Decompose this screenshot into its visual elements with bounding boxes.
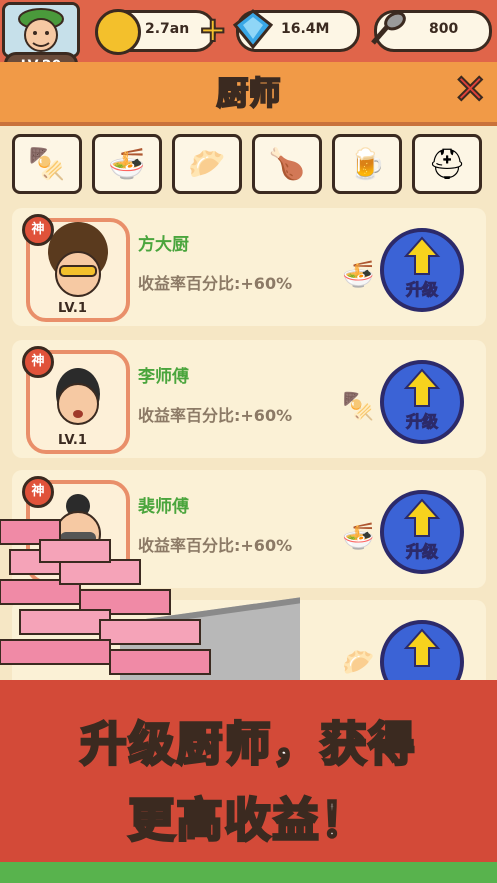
up-arrow-icon — [403, 498, 441, 537]
banner-line-1: 升级厨师，获得 — [79, 716, 417, 773]
cook-level: LV.1 — [58, 301, 87, 316]
cook-income-rate: 收益率百分比:+60% — [138, 406, 293, 425]
tab-drumstick[interactable]: 🍗 — [252, 134, 322, 194]
tab-skewer[interactable]: 🍢 — [12, 134, 82, 194]
up-arrow-icon — [403, 368, 441, 407]
noodle-bowl-icon: 🍜 — [108, 146, 146, 182]
player-avatar[interactable] — [2, 2, 80, 58]
upgrade-label: 升级 — [405, 412, 438, 432]
helmet-icon: ⛑ — [427, 146, 467, 182]
gem-value: 16.4M — [281, 21, 330, 37]
cook-income-rate: 收益率百分比:+60% — [138, 274, 293, 293]
rarity-badge: 神 — [22, 476, 54, 508]
rarity-badge: 神 — [22, 214, 54, 246]
cook-card: 神 LV.1 李师傅 收益率百分比:+60% 🍢 升级 — [12, 340, 486, 458]
close-icon[interactable]: ✕ — [452, 69, 487, 111]
beer-mug-icon: 🍺 — [348, 146, 386, 182]
upgrade-button[interactable]: 升级 — [380, 360, 464, 444]
tab-helmet[interactable]: ⛑ — [412, 134, 482, 194]
upgrade-button[interactable]: 升级 — [380, 228, 464, 312]
upgrade-button[interactable]: 升级 — [380, 490, 464, 574]
gold-counter[interactable]: 2.7an + — [95, 9, 228, 55]
gold-value: 2.7an — [145, 21, 190, 37]
up-arrow-icon — [403, 628, 441, 667]
promo-banner: 升级厨师，获得 更高收益！ — [0, 680, 497, 883]
cook-card: 神 LV.1 方大厨 收益率百分比:+60% 🍜 升级 — [12, 208, 486, 326]
panel-title: 厨师 — [215, 73, 281, 113]
money-pile-icon — [0, 519, 211, 675]
upgrade-label: 升级 — [405, 280, 438, 300]
upgrade-label: 升级 — [405, 542, 438, 562]
gold-coin-icon — [95, 9, 141, 55]
category-tabs: 🍢 🍜 🥟 🍗 🍺 ⛑ — [12, 134, 486, 194]
spoon-value: 800 — [429, 21, 459, 37]
spoon-counter[interactable]: 800 — [371, 10, 492, 52]
drumstick-icon: 🍗 — [268, 146, 306, 182]
up-arrow-icon — [403, 236, 441, 275]
cook-level: LV.1 — [58, 433, 87, 448]
tab-beer[interactable]: 🍺 — [332, 134, 402, 194]
tab-noodles[interactable]: 🍜 — [92, 134, 162, 194]
noodle-bowl-icon: 🍜 — [342, 260, 375, 290]
noodle-bowl-icon: 🍜 — [342, 522, 375, 552]
tab-bun[interactable]: 🥟 — [172, 134, 242, 194]
gem-counter[interactable]: 16.4M — [233, 9, 360, 52]
rarity-badge: 神 — [22, 346, 54, 378]
bun-icon: 🥟 — [188, 146, 226, 182]
cook-name: 方大厨 — [138, 235, 189, 255]
bun-icon: 🥟 — [342, 648, 375, 678]
avatar-face-icon — [5, 5, 77, 55]
cook-name: 李师傅 — [138, 367, 189, 387]
add-gold-button[interactable]: + — [198, 12, 228, 48]
grass-strip — [0, 862, 497, 883]
spoon-icon — [371, 11, 406, 45]
skewer-icon: 🍢 — [28, 146, 66, 182]
panel-header: 厨师 ✕ — [0, 62, 497, 126]
diamond-icon — [233, 9, 273, 49]
banner-line-2: 更高收益！ — [127, 792, 369, 849]
skewer-icon: 🍢 — [342, 392, 375, 422]
